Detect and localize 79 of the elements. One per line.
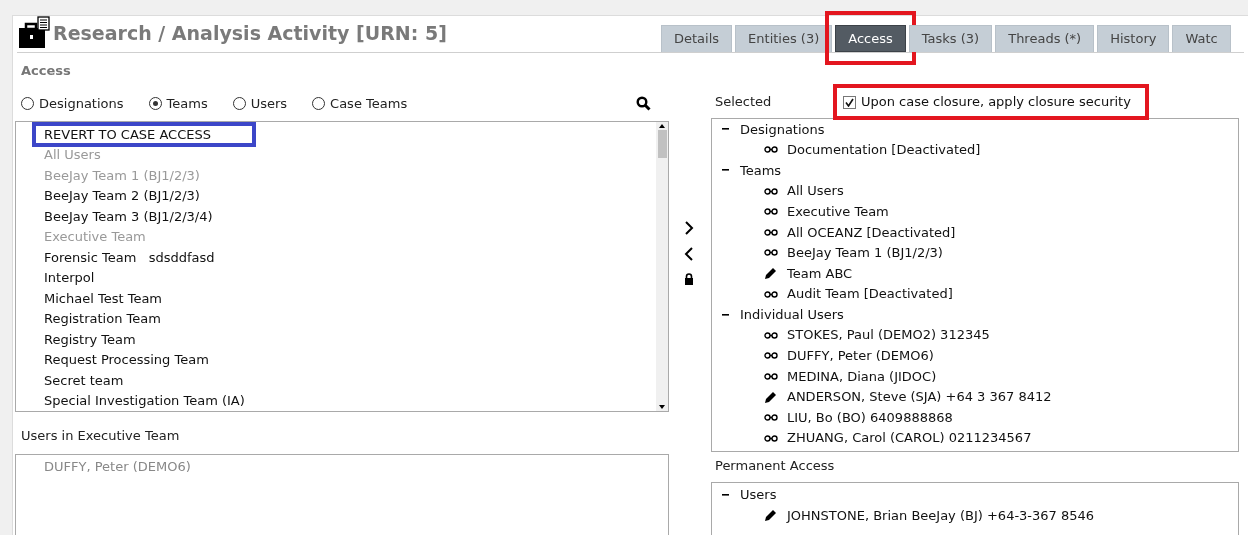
pencil-icon — [764, 266, 777, 280]
tree-group-label[interactable]: Individual Users — [740, 304, 844, 325]
tree-item[interactable]: STOKES, Paul (DEMO2) 312345 — [787, 325, 990, 345]
scroll-thumb[interactable] — [657, 130, 667, 158]
glasses-icon — [764, 414, 778, 422]
users-label: Users in Executive Team — [21, 427, 181, 445]
tree-group-label[interactable]: Designations — [740, 119, 825, 140]
tree-item[interactable]: Team ABC — [787, 263, 853, 284]
section-label: Access — [21, 62, 72, 80]
tree-item[interactable]: ANDERSON, Steve (SJA) +64 3 367 8412 — [787, 387, 1052, 407]
move-right-icon[interactable] — [684, 221, 694, 235]
tree-item[interactable]: LIU, Bo (BO) 6409888868 — [787, 407, 953, 428]
radio-button[interactable] — [21, 96, 34, 110]
tree-item[interactable]: Executive Team — [787, 201, 889, 222]
tab[interactable]: Watc — [1172, 25, 1231, 52]
glasses-icon — [764, 249, 778, 257]
glasses-icon — [764, 352, 778, 360]
list-item[interactable]: Request Processing Team — [44, 350, 209, 370]
glasses-icon — [764, 187, 778, 195]
glasses-icon — [764, 146, 778, 154]
scrollbar[interactable] — [656, 122, 668, 411]
glasses-icon — [764, 208, 778, 216]
check-icon — [845, 97, 854, 107]
move-left-icon[interactable] — [684, 247, 694, 261]
tree-item[interactable]: DUFFY, Peter (DEMO6) — [787, 346, 934, 366]
glasses-icon — [764, 290, 778, 298]
lock-icon[interactable] — [684, 273, 694, 285]
collapse-icon[interactable] — [722, 313, 729, 316]
tree-item[interactable]: JOHNSTONE, Brian BeeJay (BJ) +64-3-367 8546 — [787, 505, 1095, 526]
list-item[interactable]: Registration Team — [44, 309, 161, 329]
list-item[interactable]: Forensic Team sdsddfasd — [44, 247, 215, 267]
glasses-icon — [764, 331, 778, 339]
glasses-icon — [764, 434, 778, 442]
selected-label: Selected — [715, 93, 773, 112]
tree-group-label[interactable]: Users — [740, 485, 777, 505]
list-item[interactable]: Michael Test Team — [44, 288, 162, 308]
search-icon[interactable] — [636, 95, 651, 111]
list-item[interactable]: Secret team — [44, 370, 124, 390]
tree-group-label[interactable]: Teams — [740, 160, 782, 181]
tree-item[interactable]: All Users — [787, 181, 844, 201]
radio-button[interactable] — [232, 96, 246, 110]
pencil-icon — [764, 508, 777, 522]
tree-item[interactable]: Audit Team [Deactivated] — [787, 284, 953, 304]
scroll-down-icon[interactable] — [658, 403, 666, 411]
tree-item[interactable]: BeeJay Team 1 (BJ1/2/3) — [787, 243, 943, 263]
radio-label[interactable]: Designations — [39, 93, 124, 113]
radio-label[interactable]: Case Teams — [330, 93, 408, 113]
permanent-access-label: Permanent Access — [715, 457, 836, 475]
radio-label[interactable]: Teams — [166, 93, 208, 113]
tree-item[interactable]: ZHUANG, Carol (CAROL) 0211234567 — [787, 428, 1032, 448]
tab[interactable]: History — [1097, 25, 1170, 52]
list-item[interactable]: BeeJay Team 2 (BJ1/2/3) — [44, 186, 200, 206]
checkbox[interactable] — [843, 95, 856, 109]
radio-button[interactable] — [312, 96, 326, 110]
tab[interactable]: Entities (3) — [735, 25, 833, 52]
glasses-icon — [764, 228, 778, 236]
tree-item[interactable]: Documentation [Deactivated] — [787, 140, 981, 160]
team-list[interactable] — [15, 121, 669, 412]
collapse-icon[interactable] — [722, 169, 729, 172]
tab[interactable]: Details — [661, 25, 733, 52]
tab[interactable]: Threads (*) — [995, 25, 1095, 52]
checkbox-label[interactable]: Upon case closure, apply closure security — [861, 92, 1131, 112]
tree-item[interactable]: All OCEANZ [Deactivated] — [787, 222, 956, 242]
list-item[interactable]: Interpol — [44, 268, 95, 288]
window-title: Research / Analysis Activity [URN: 5] — [53, 20, 447, 46]
tab[interactable]: Access — [835, 25, 906, 52]
list-item[interactable]: Special Investigation Team (IA) — [44, 391, 245, 411]
radio-label[interactable]: Users — [250, 93, 288, 113]
collapse-icon[interactable] — [722, 493, 729, 496]
tree-item[interactable]: MEDINA, Diana (JIDOC) — [787, 366, 937, 387]
list-item[interactable]: REVERT TO CASE ACCESS — [44, 124, 211, 144]
glasses-icon — [764, 372, 778, 380]
collapse-icon[interactable] — [722, 128, 729, 131]
radio-button[interactable] — [148, 96, 162, 110]
list-item[interactable]: Registry Team — [44, 329, 136, 349]
tab[interactable]: Tasks (3) — [908, 25, 993, 52]
list-item[interactable]: BeeJay Team 3 (BJ1/2/3/4) — [44, 206, 213, 226]
pencil-icon — [764, 390, 777, 404]
list-item[interactable]: DUFFY, Peter (DEMO6) — [44, 456, 668, 476]
